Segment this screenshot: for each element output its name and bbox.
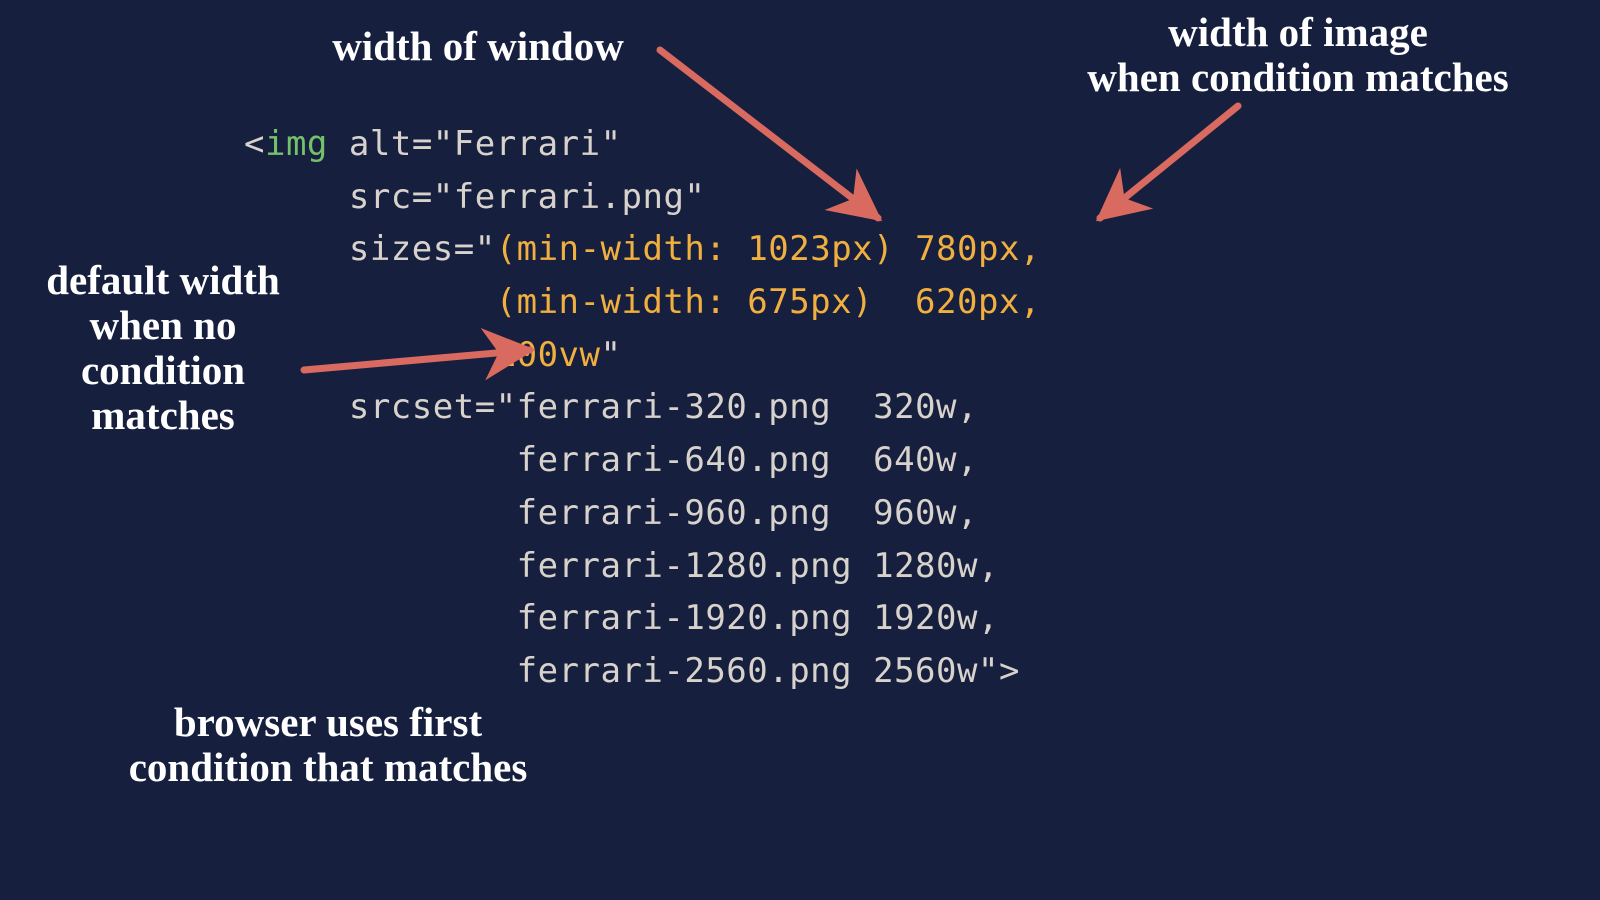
annotation-image-width: width of image when condition matches xyxy=(1058,10,1538,100)
diagram-stage: width of window width of image when cond… xyxy=(0,0,1600,900)
attr-src: src xyxy=(349,177,412,217)
tag-img: img xyxy=(265,124,328,164)
src-value: ferrari.png xyxy=(454,177,685,217)
sizes-line-2: (min-width: 675px) 620px, xyxy=(496,282,1041,322)
srcset-4: ferrari-1280.png 1280w, xyxy=(517,546,999,586)
annotation-first-match: browser uses first condition that matche… xyxy=(98,700,558,790)
annotation-window-width: width of window xyxy=(298,24,658,69)
angle-open: < xyxy=(244,124,265,164)
arrow-image-width xyxy=(1100,106,1238,218)
srcset-1: ferrari-320.png 320w, xyxy=(517,387,978,427)
angle-close: > xyxy=(999,651,1020,691)
srcset-6: ferrari-2560.png 2560w xyxy=(517,651,978,691)
srcset-3: ferrari-960.png 960w, xyxy=(517,493,978,533)
code-block: <img alt="Ferrari" src="ferrari.png" siz… xyxy=(244,118,1041,698)
sizes-line-1: (min-width: 1023px) 780px, xyxy=(496,229,1041,269)
sizes-line-3: 100vw xyxy=(496,335,601,375)
alt-value: Ferrari xyxy=(454,124,601,164)
srcset-2: ferrari-640.png 640w, xyxy=(517,440,978,480)
attr-alt: alt xyxy=(349,124,412,164)
srcset-5: ferrari-1920.png 1920w, xyxy=(517,598,999,638)
attr-srcset: srcset xyxy=(349,387,475,427)
attr-sizes: sizes xyxy=(349,229,454,269)
